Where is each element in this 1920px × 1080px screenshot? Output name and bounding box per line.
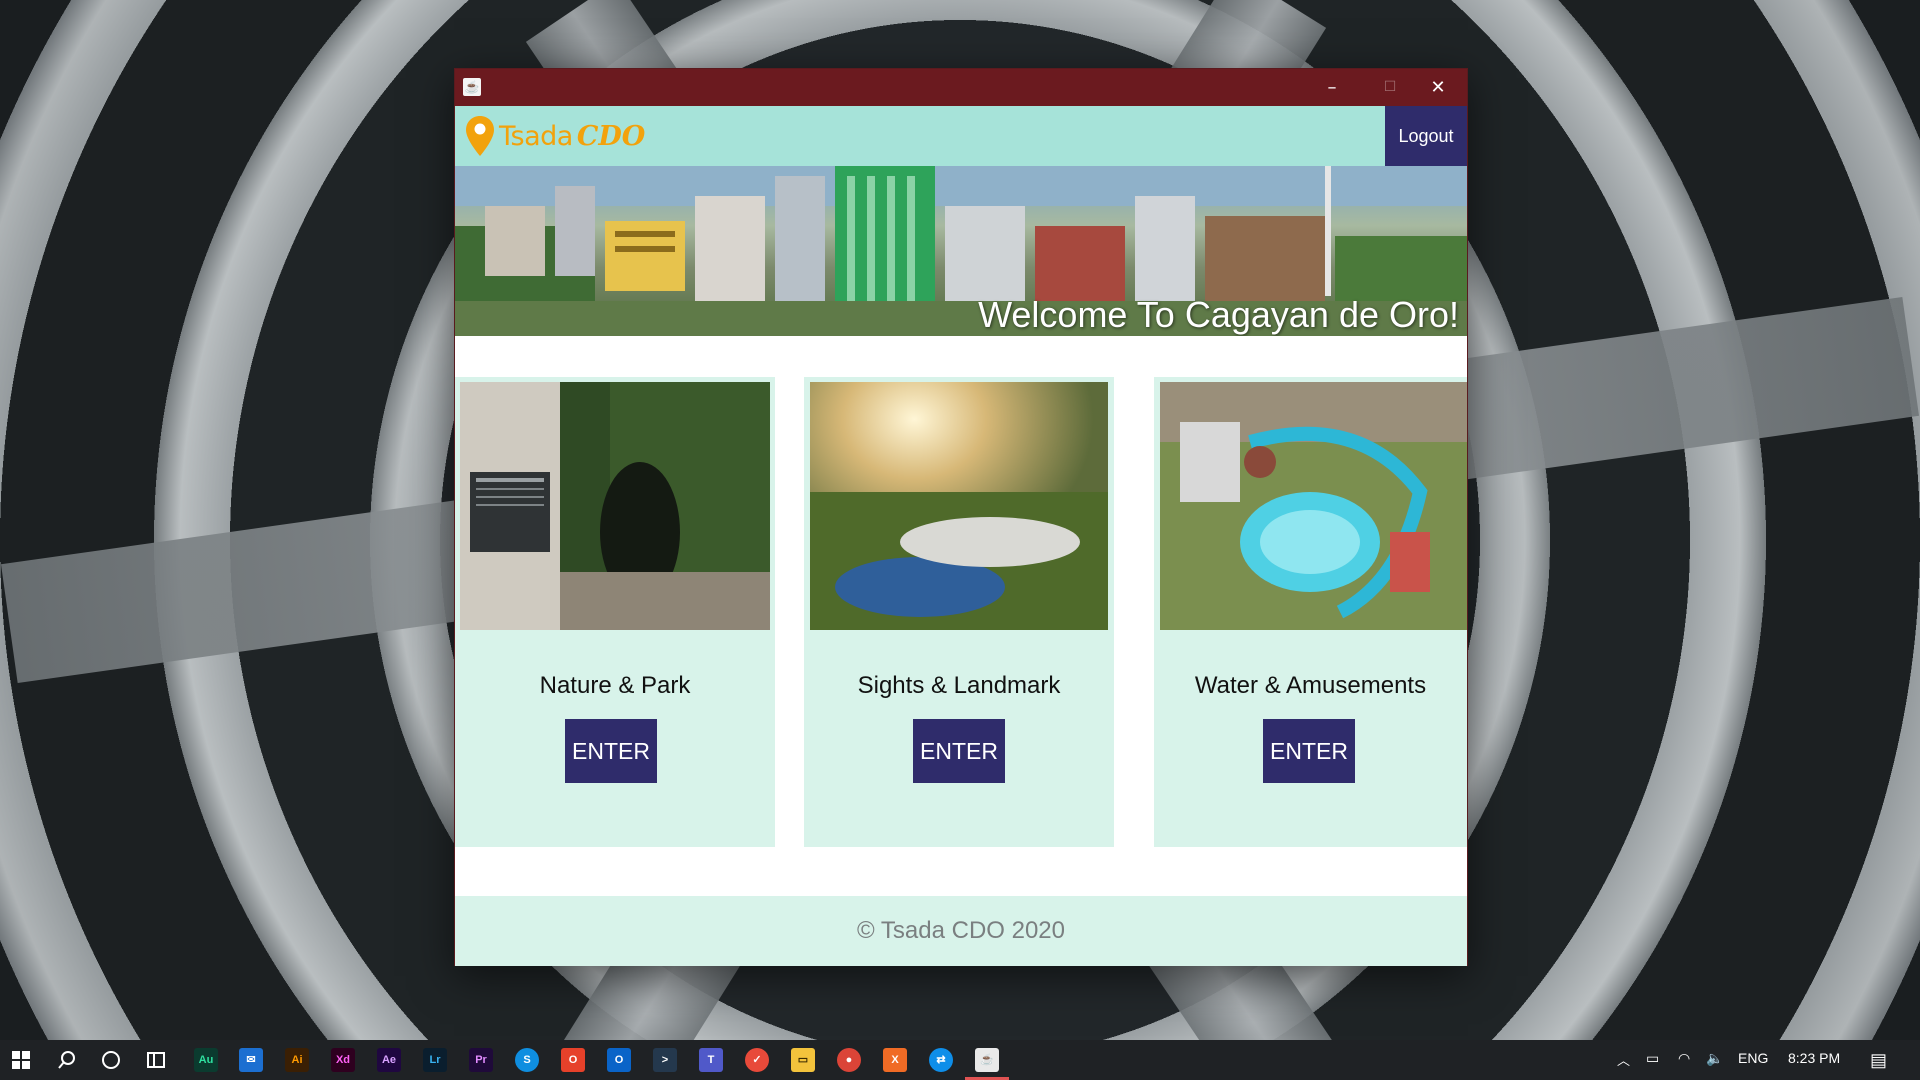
nature-park-image <box>460 382 770 630</box>
windows-start-icon[interactable] <box>12 1051 30 1069</box>
category-title: Sights & Landmark <box>857 672 1061 699</box>
chrome-icon[interactable]: ● <box>837 1048 861 1072</box>
teams-icon[interactable]: T <box>699 1048 723 1072</box>
logout-button[interactable]: Logout <box>1385 106 1467 166</box>
volume-icon[interactable]: 🔈 <box>1706 1050 1723 1067</box>
sights-landmark-image <box>810 382 1108 630</box>
snip-icon[interactable]: ✓ <box>745 1048 769 1072</box>
office-icon[interactable]: O <box>561 1048 585 1072</box>
welcome-heading: Welcome To Cagayan de Oro! <box>978 294 1459 335</box>
footer-copyright: © Tsada CDO 2020 <box>455 896 1467 966</box>
java-taskbar-icon[interactable]: ☕ <box>975 1048 999 1072</box>
notifications-icon[interactable]: ▤ <box>1870 1050 1887 1071</box>
enter-button-sights[interactable]: ENTER <box>913 719 1005 783</box>
java-app-icon[interactable]: ☕ <box>463 78 481 96</box>
app-header: Tsada CDO Logout <box>455 106 1467 166</box>
close-button[interactable]: ✕ <box>1409 69 1467 106</box>
search-icon[interactable] <box>57 1050 77 1070</box>
task-view-icon[interactable] <box>146 1050 166 1070</box>
file-explorer-icon[interactable]: ▭ <box>791 1048 815 1072</box>
powershell-icon[interactable]: > <box>653 1048 677 1072</box>
mail-icon[interactable]: ✉ <box>239 1048 263 1072</box>
title-bar[interactable]: ☕ – ☐ ✕ <box>455 69 1467 106</box>
taskbar: Au ✉ Ai Xd Ae Lr Pr S O O > T ✓ ▭ ● X ⇄ … <box>0 1040 1920 1080</box>
category-card-nature: Nature & Park ENTER <box>455 377 775 847</box>
lightroom-icon[interactable]: Lr <box>423 1048 447 1072</box>
xampp-icon[interactable]: X <box>883 1048 907 1072</box>
category-title: Nature & Park <box>539 672 691 699</box>
audition-icon[interactable]: Au <box>194 1048 218 1072</box>
outlook-icon[interactable]: O <box>607 1048 631 1072</box>
after-effects-icon[interactable]: Ae <box>377 1048 401 1072</box>
category-title: Water & Amusements <box>1194 672 1427 699</box>
clock[interactable]: 8:23 PM <box>1788 1050 1840 1066</box>
illustrator-icon[interactable]: Ai <box>285 1048 309 1072</box>
location-pin-icon <box>466 116 494 156</box>
enter-button-nature[interactable]: ENTER <box>565 719 657 783</box>
category-card-water: Water & Amusements ENTER <box>1154 377 1467 847</box>
premiere-icon[interactable]: Pr <box>469 1048 493 1072</box>
water-amusements-image <box>1160 382 1467 630</box>
teamviewer-icon[interactable]: ⇄ <box>929 1048 953 1072</box>
logo: Tsada CDO <box>465 114 645 158</box>
battery-icon[interactable]: ▭ <box>1646 1050 1659 1067</box>
hero-banner: Welcome To Cagayan de Oro! <box>455 166 1467 336</box>
wifi-icon[interactable]: ◠ <box>1678 1050 1690 1067</box>
skype-icon[interactable]: S <box>515 1048 539 1072</box>
xd-icon[interactable]: Xd <box>331 1048 355 1072</box>
chevron-up-icon[interactable]: ︿ <box>1617 1050 1630 1069</box>
app-window: ☕ – ☐ ✕ Tsada CDO Logout Welcome To Caga… <box>454 68 1468 966</box>
cortana-icon[interactable] <box>101 1050 121 1070</box>
minimize-button[interactable]: – <box>1303 69 1361 106</box>
language-indicator[interactable]: ENG <box>1738 1050 1768 1066</box>
logo-accent: CDO <box>576 120 646 152</box>
category-card-sights: Sights & Landmark ENTER <box>804 377 1114 847</box>
enter-button-water[interactable]: ENTER <box>1263 719 1355 783</box>
logo-text: Tsada <box>499 120 573 152</box>
